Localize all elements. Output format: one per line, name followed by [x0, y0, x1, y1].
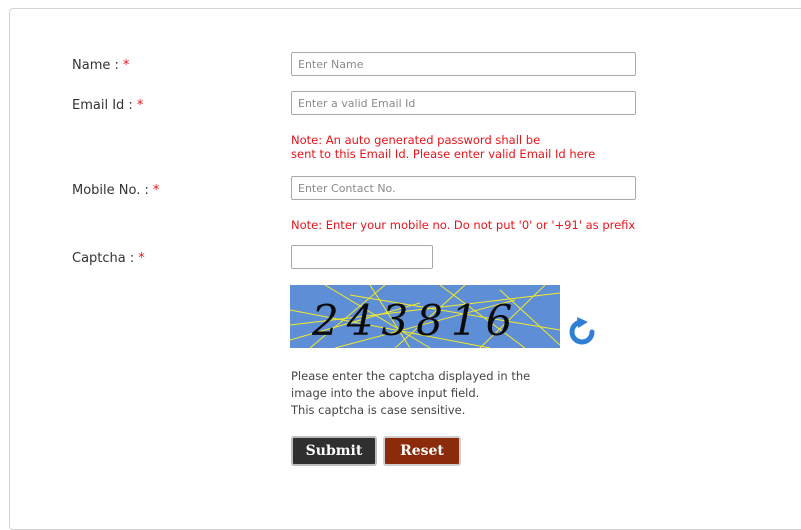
- name-label: Name : *: [72, 58, 129, 73]
- captcha-label-text: Captcha :: [72, 251, 135, 266]
- captcha-label: Captcha : *: [72, 251, 145, 266]
- email-label-text: Email Id :: [72, 98, 133, 113]
- name-label-text: Name :: [72, 58, 119, 73]
- mobile-input[interactable]: [291, 176, 636, 200]
- required-mark: *: [136, 98, 144, 113]
- email-input[interactable]: [291, 91, 636, 115]
- mobile-note: Note: Enter your mobile no. Do not put '…: [291, 218, 636, 232]
- captcha-input[interactable]: [291, 245, 433, 269]
- captcha-text: 243816: [311, 296, 520, 345]
- required-mark: *: [138, 251, 145, 266]
- refresh-icon[interactable]: [567, 316, 597, 346]
- email-note-line: Note: An auto generated password shall b…: [291, 133, 541, 147]
- captcha-help-line: image into the above input field.: [291, 386, 480, 400]
- email-note: Note: An auto generated password shall b…: [291, 133, 595, 161]
- reset-button[interactable]: Reset: [383, 436, 461, 466]
- required-mark: *: [122, 58, 130, 73]
- email-note-line: sent to this Email Id. Please enter vali…: [291, 147, 596, 161]
- captcha-help-line: Please enter the captcha displayed in th…: [291, 369, 531, 383]
- submit-button[interactable]: Submit: [291, 436, 377, 466]
- captcha-noise: 243816: [290, 285, 560, 348]
- captcha-image: 243816: [290, 285, 560, 348]
- name-input[interactable]: [291, 52, 636, 76]
- captcha-help-line: This captcha is case sensitive.: [291, 403, 466, 417]
- email-label: Email Id : *: [72, 98, 143, 113]
- mobile-label: Mobile No. : *: [72, 183, 159, 198]
- mobile-label-text: Mobile No. :: [72, 183, 149, 198]
- required-mark: *: [152, 183, 160, 198]
- captcha-help: Please enter the captcha displayed in th…: [291, 368, 530, 419]
